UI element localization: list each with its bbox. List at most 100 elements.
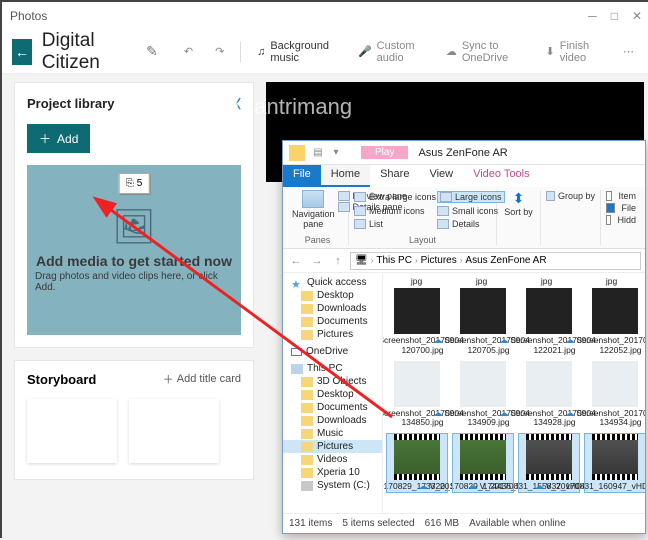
music-icon: ♫ (257, 46, 265, 58)
layout-large[interactable]: Large icons (437, 191, 505, 203)
cloud-icon: ☁ (433, 409, 442, 419)
project-title: Digital Citizen (42, 30, 130, 74)
cloud-icon: ☁ (469, 482, 478, 492)
library-heading: Project library (27, 96, 114, 111)
minimize-icon[interactable]: ─ (588, 9, 597, 23)
plus-icon: ＋ (163, 371, 174, 387)
status-selected: 5 items selected (342, 518, 414, 529)
nav-fwd-button[interactable]: → (308, 252, 326, 270)
close-icon[interactable]: ✕ (632, 9, 642, 23)
ribbon: Navigation pane Preview pane Details pan… (283, 187, 645, 249)
tree-desktop[interactable]: Desktop (283, 289, 382, 302)
add-button[interactable]: ＋Add (27, 124, 90, 153)
redo-icon: ↷ (215, 45, 224, 58)
window-title: Asus ZenFone AR (418, 147, 507, 159)
tree-desktop2[interactable]: Desktop (283, 388, 382, 401)
file-list: jpg jpg jpg jpg ☁Screenshot_20170904-120… (383, 273, 645, 513)
edit-title-icon[interactable]: ✎ (146, 43, 158, 60)
file-item[interactable]: ☁Screenshot_20170904-134934.jpg (585, 361, 645, 428)
tree-3d[interactable]: 3D Objects (283, 375, 382, 388)
tree-downloads[interactable]: Downloads (283, 302, 382, 315)
cloud-icon: ☁ (535, 482, 544, 492)
tree-system-c[interactable]: System (C:) (283, 479, 382, 492)
qat-button[interactable]: ▾ (329, 146, 343, 160)
qat-button[interactable]: ▤ (311, 146, 325, 160)
redo-button[interactable]: ↷ (209, 41, 230, 62)
layout-xl[interactable]: Extra large icons (354, 191, 436, 203)
project-library-panel: Project library 〈 ＋Add ⎘ 5 🖼 Add media t… (14, 82, 254, 348)
tab-home[interactable]: Home (321, 165, 370, 187)
breadcrumb[interactable]: 🖥› This PC› Pictures› Asus ZenFone AR (350, 252, 641, 270)
storyboard-panel: Storyboard ＋Add title card (14, 360, 254, 480)
nav-tree: ★Quick access Desktop Downloads Document… (283, 273, 383, 513)
layout-medium[interactable]: Medium icons (354, 206, 436, 216)
tree-pictures[interactable]: Pictures (283, 328, 382, 341)
cloud-icon: ☁ (499, 409, 508, 419)
file-extensions-toggle[interactable]: File (606, 203, 636, 213)
back-button[interactable]: ← (12, 39, 32, 65)
layout-small[interactable]: Small icons (437, 206, 505, 216)
media-placeholder-icon: 🖼 (112, 207, 155, 247)
pc-icon: 🖥 (355, 255, 368, 266)
maximize-icon[interactable]: □ (611, 9, 618, 23)
tab-file[interactable]: File (283, 165, 321, 187)
dz-subtitle: Drag photos and video clips here, or cli… (35, 271, 233, 293)
folder-icon (289, 145, 305, 161)
tree-onedrive[interactable]: OneDrive (283, 345, 382, 358)
status-availability: Available when online (469, 518, 566, 529)
cloud-icon: ☁ (433, 336, 442, 346)
nav-up-button[interactable]: ↑ (329, 252, 347, 270)
context-tab-play[interactable]: Play (361, 146, 408, 159)
audio-icon: 🎤 (358, 45, 372, 58)
nav-back-button[interactable]: ← (287, 252, 305, 270)
explorer-titlebar: ▤ ▾ Play Asus ZenFone AR (283, 141, 645, 165)
storyboard-heading: Storyboard (27, 372, 96, 387)
add-titlecard-button[interactable]: ＋Add title card (163, 371, 241, 387)
tree-thispc[interactable]: This PC (283, 362, 382, 375)
photos-titlebar: Photos ─ □ ✕ (2, 2, 648, 30)
tab-view[interactable]: View (419, 165, 463, 187)
cloud-icon: ☁ (419, 482, 428, 492)
storyboard-slot[interactable] (129, 399, 219, 463)
sync-button[interactable]: ☁Sync to OneDrive (440, 36, 530, 68)
tree-downloads2[interactable]: Downloads (283, 414, 382, 427)
hidden-items-toggle[interactable]: Hidd (606, 215, 636, 225)
tree-quick-access[interactable]: ★Quick access (283, 276, 382, 289)
app-title: Photos (10, 9, 47, 23)
drag-cue: ⎘ 5 (119, 173, 150, 194)
more-button[interactable]: ⋯ (617, 41, 640, 62)
file-item[interactable]: ☁V_20170831_160947_vHDR_Auto.mp4 (585, 434, 645, 492)
tree-xperia[interactable]: Xperia 10 (283, 466, 382, 479)
item-checkboxes-toggle[interactable]: Item (606, 191, 636, 201)
tree-music[interactable]: Music (283, 427, 382, 440)
tree-documents2[interactable]: Documents (283, 401, 382, 414)
cloud-icon: ☁ (565, 409, 574, 419)
bgmusic-button[interactable]: ♫Background music (251, 36, 342, 68)
dz-title: Add media to get started now (36, 253, 232, 269)
layout-list[interactable]: List (354, 219, 436, 229)
export-icon: ⬇ (546, 45, 555, 58)
storyboard-slot[interactable] (27, 399, 117, 463)
address-bar: ← → ↑ 🖥› This PC› Pictures› Asus ZenFone… (283, 249, 645, 273)
undo-icon: ↶ (184, 45, 193, 58)
layout-details[interactable]: Details (437, 219, 505, 229)
media-dropzone[interactable]: ⎘ 5 🖼 Add media to get started now Drag … (27, 165, 241, 335)
copy-icon: ⎘ (126, 178, 134, 189)
cloud-sync-icon: ☁ (446, 45, 457, 58)
tree-pictures2[interactable]: Pictures (283, 440, 382, 453)
file-item[interactable]: ☁Screenshot_20170904-122052.jpg (585, 288, 645, 355)
tree-videos[interactable]: Videos (283, 453, 382, 466)
collapse-icon[interactable]: 〈 (229, 95, 241, 112)
groupby-button[interactable]: Group by (546, 191, 595, 201)
tab-video-tools[interactable]: Video Tools (463, 165, 539, 187)
custom-audio-button[interactable]: 🎤Custom audio (352, 36, 430, 68)
plus-icon: ＋ (39, 130, 51, 147)
finish-button[interactable]: ⬇Finish video (540, 36, 607, 68)
navigation-pane-button[interactable]: Navigation pane (292, 190, 335, 229)
tree-documents[interactable]: Documents (283, 315, 382, 328)
undo-button[interactable]: ↶ (178, 41, 199, 62)
sortby-button[interactable]: ⬍Sort by (502, 190, 535, 217)
tab-share[interactable]: Share (370, 165, 419, 187)
status-items: 131 items (289, 518, 332, 529)
status-bar: 131 items 5 items selected 616 MB Availa… (283, 513, 645, 533)
